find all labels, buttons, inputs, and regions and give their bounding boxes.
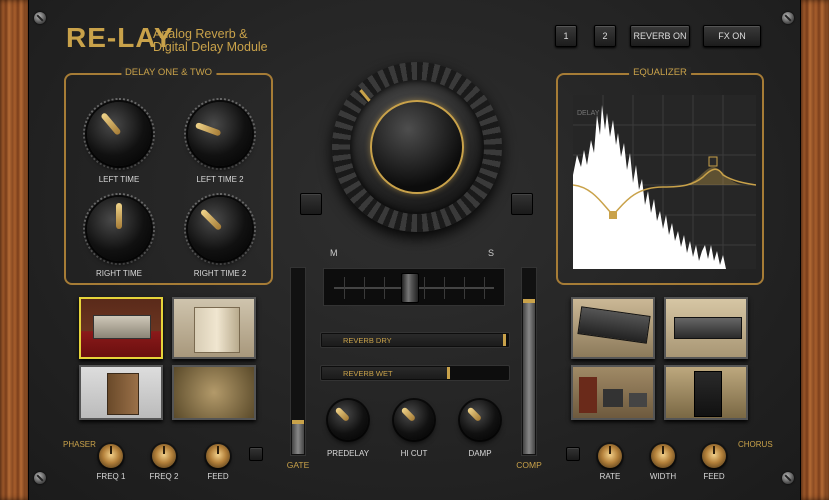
predelay-knob[interactable] [328, 400, 368, 440]
left-time-2-knob[interactable] [188, 102, 252, 166]
hi-cut-knob[interactable] [394, 400, 434, 440]
left-square-button[interactable] [300, 193, 322, 215]
right-wood-panel [801, 0, 829, 500]
mid-side-thumb[interactable] [401, 273, 419, 303]
right-square-button[interactable] [511, 193, 533, 215]
eq-graph: DELAY [573, 95, 756, 269]
phaser-toggle-button[interactable] [249, 447, 263, 461]
reverb-on-button[interactable]: REVERB ON [630, 25, 690, 47]
hi-cut-label: HI CUT [400, 449, 428, 458]
rack-unit-icon [577, 306, 651, 344]
main-mix-dial[interactable] [332, 62, 502, 232]
equalizer-title: EQUALIZER [629, 67, 691, 78]
amplifier-icon [93, 315, 151, 339]
left-wood-panel [0, 0, 28, 500]
side-label: S [488, 248, 495, 258]
eq-axis-label: DELAY [577, 110, 600, 117]
right-time-2-knob[interactable] [188, 197, 252, 261]
reverb-model-thumbnail-2[interactable] [172, 297, 256, 359]
device-icon [603, 389, 623, 407]
spring-unit-icon [107, 373, 139, 415]
chorus-rate-knob[interactable] [598, 444, 622, 468]
screw-icon [782, 472, 794, 484]
rack-unit-icon [674, 317, 742, 339]
reverb-model-thumbnail-4[interactable] [172, 365, 256, 420]
fx-model-thumbnail-1[interactable] [571, 297, 655, 359]
chorus-width-knob[interactable] [651, 444, 675, 468]
mid-label: M [330, 248, 338, 258]
right-time-knob[interactable] [87, 197, 151, 261]
tape-unit-icon [694, 371, 722, 417]
left-time-knob[interactable] [87, 102, 151, 166]
fx-model-thumbnail-3[interactable] [571, 365, 655, 420]
screw-icon [34, 472, 46, 484]
chorus-feed-knob[interactable] [702, 444, 726, 468]
fx-model-thumbnail-2[interactable] [664, 297, 748, 359]
reverb-dry-slider[interactable]: REVERB DRY [320, 332, 510, 348]
preset-1-button[interactable]: 1 [555, 25, 577, 47]
brand-subtitle: Analog Reverb & Digital Delay Module [153, 28, 268, 54]
spectrum-fill [573, 105, 726, 269]
phaser-freq-1-label: FREQ 1 [96, 472, 126, 481]
screw-icon [782, 12, 794, 24]
chorus-toggle-button[interactable] [566, 447, 580, 461]
reverb-model-thumbnail-3[interactable] [79, 365, 163, 420]
predelay-label: PREDELAY [326, 449, 370, 458]
speaker-icon [579, 377, 597, 413]
eq-band-handle [609, 211, 617, 219]
subtitle-line-2: Digital Delay Module [153, 40, 268, 54]
phaser-title: PHASER [63, 440, 96, 449]
chorus-width-label: WIDTH [649, 472, 677, 481]
plate-reverb-icon [194, 307, 240, 353]
damp-label: DAMP [468, 449, 492, 458]
dial-marker [359, 89, 371, 102]
equalizer-display[interactable]: DELAY [573, 95, 756, 269]
fx-on-button[interactable]: FX ON [703, 25, 761, 47]
device-icon [629, 393, 647, 407]
chorus-rate-label: RATE [599, 472, 621, 481]
eq-band-handle [708, 156, 718, 167]
right-time-2-label: RIGHT TIME 2 [193, 269, 247, 278]
reverb-model-thumbnail-1[interactable] [79, 297, 163, 359]
preset-2-button[interactable]: 2 [594, 25, 616, 47]
phaser-freq-2-label: FREQ 2 [149, 472, 179, 481]
reverb-wet-label: REVERB WET [343, 369, 393, 378]
comp-fader[interactable] [521, 267, 537, 456]
mid-side-slider[interactable] [323, 268, 505, 306]
phaser-freq-1-knob[interactable] [99, 444, 123, 468]
right-time-label: RIGHT TIME [96, 269, 142, 278]
left-time-label: LEFT TIME [98, 175, 140, 184]
gate-fader[interactable] [290, 267, 306, 456]
chorus-feed-label: FEED [703, 472, 725, 481]
left-time-2-label: LEFT TIME 2 [196, 175, 244, 184]
screw-icon [34, 12, 46, 24]
chorus-title: CHORUS [738, 440, 773, 449]
delay-section-title: DELAY ONE & TWO [120, 67, 217, 78]
reverb-dry-label: REVERB DRY [343, 336, 392, 345]
gate-label: GATE [286, 460, 310, 470]
damp-knob[interactable] [460, 400, 500, 440]
phaser-feed-label: FEED [207, 472, 229, 481]
comp-label: COMP [516, 460, 542, 470]
phaser-feed-knob[interactable] [206, 444, 230, 468]
fx-model-thumbnail-4[interactable] [664, 365, 748, 420]
phaser-freq-2-knob[interactable] [152, 444, 176, 468]
reverb-wet-slider[interactable]: REVERB WET [320, 365, 510, 381]
